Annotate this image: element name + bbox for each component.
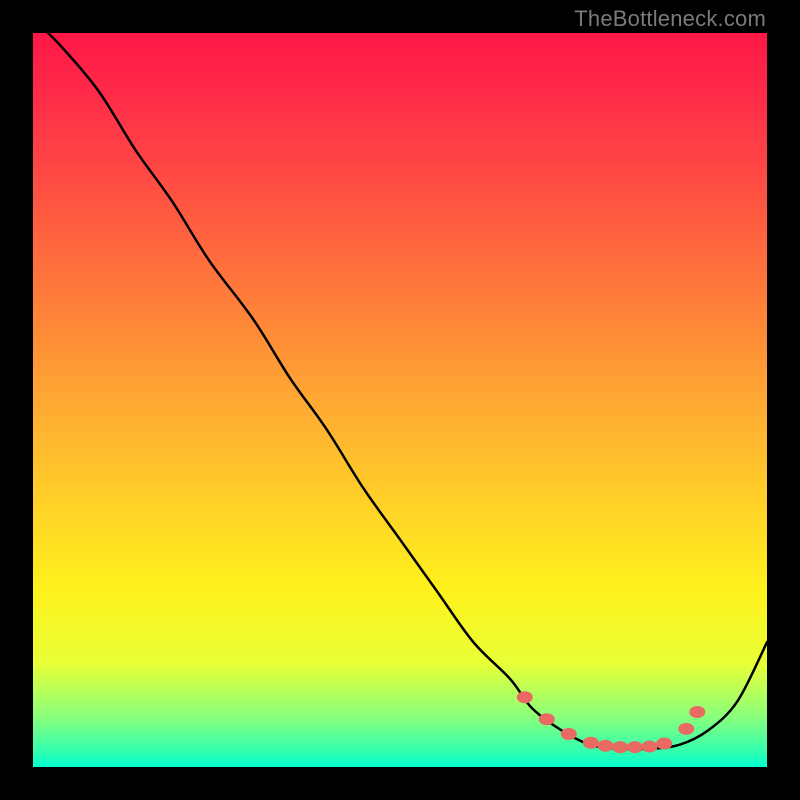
marker-dot [583, 737, 599, 749]
marker-dot [612, 741, 628, 753]
curve-svg [33, 33, 767, 767]
marker-dot [517, 691, 533, 703]
plot-area [33, 33, 767, 767]
marker-dot [627, 741, 643, 753]
marker-dot [561, 728, 577, 740]
marker-dot [689, 706, 705, 718]
marker-dot [539, 713, 555, 725]
watermark-text: TheBottleneck.com [574, 6, 766, 32]
marker-dot [656, 738, 672, 750]
marker-dot [642, 740, 658, 752]
marker-dot [598, 740, 614, 752]
highlight-dots [517, 691, 705, 753]
bottleneck-curve [33, 33, 767, 749]
chart-frame: TheBottleneck.com [0, 0, 800, 800]
curve-group [33, 33, 767, 753]
marker-dot [678, 723, 694, 735]
